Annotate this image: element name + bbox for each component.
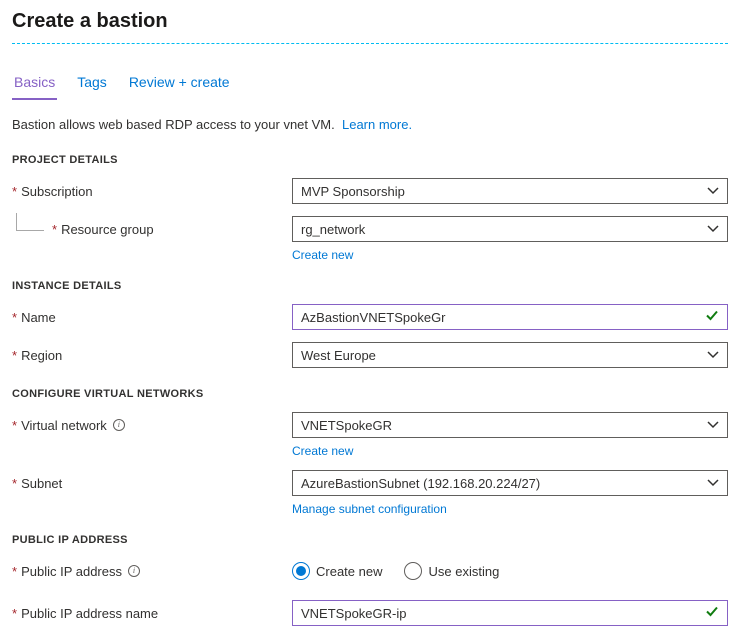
subscription-select[interactable]: MVP Sponsorship [292,178,728,204]
required-icon: * [12,418,17,433]
resource-group-label-text: Resource group [61,222,154,237]
resource-group-select[interactable]: rg_network [292,216,728,242]
radio-use-existing-label: Use existing [428,564,499,579]
vnet-value: VNETSpokeGR [301,418,392,433]
subscription-label-text: Subscription [21,184,93,199]
subnet-value: AzureBastionSubnet (192.168.20.224/27) [301,476,540,491]
public-ip-name-value: VNETSpokeGR-ip [301,606,406,621]
create-new-vnet-link[interactable]: Create new [292,444,728,458]
name-label: * Name [12,310,292,325]
checkmark-icon [705,309,719,326]
name-label-text: Name [21,310,56,325]
subscription-value: MVP Sponsorship [301,184,405,199]
section-instance-details: INSTANCE DETAILS [12,280,728,292]
info-icon[interactable]: i [113,419,125,431]
public-ip-label-text: Public IP address [21,564,122,579]
divider [12,43,728,44]
vnet-label: * Virtual network i [12,418,292,433]
subnet-select[interactable]: AzureBastionSubnet (192.168.20.224/27) [292,470,728,496]
public-ip-name-label-text: Public IP address name [21,606,158,621]
tab-tags[interactable]: Tags [75,68,109,100]
radio-dot-icon [292,562,310,580]
subnet-label: * Subnet [12,476,292,491]
manage-subnet-link[interactable]: Manage subnet configuration [292,502,728,516]
intro-text: Bastion allows web based RDP access to y… [12,117,728,132]
required-icon: * [12,606,17,621]
public-ip-label: * Public IP address i [12,564,292,579]
tab-bar: Basics Tags Review + create [12,68,728,101]
radio-create-new-label: Create new [316,564,382,579]
checkmark-icon [705,605,719,622]
vnet-select[interactable]: VNETSpokeGR [292,412,728,438]
chevron-down-icon [707,477,719,489]
required-icon: * [52,222,57,237]
public-ip-name-input[interactable]: VNETSpokeGR-ip [292,600,728,626]
resource-group-value: rg_network [301,222,365,237]
radio-create-new[interactable]: Create new [292,562,382,580]
vnet-label-text: Virtual network [21,418,107,433]
tab-review-create[interactable]: Review + create [127,68,232,100]
required-icon: * [12,564,17,579]
chevron-down-icon [707,349,719,361]
section-configure-vnet: CONFIGURE VIRTUAL NETWORKS [12,388,728,400]
subscription-label: * Subscription [12,184,292,199]
page-title: Create a bastion [12,10,728,33]
tab-basics[interactable]: Basics [12,68,57,100]
section-project-details: PROJECT DETAILS [12,154,728,166]
tree-connector-icon [16,213,44,231]
intro-body: Bastion allows web based RDP access to y… [12,117,335,132]
required-icon: * [12,348,17,363]
section-public-ip: PUBLIC IP ADDRESS [12,534,728,546]
chevron-down-icon [707,419,719,431]
chevron-down-icon [707,185,719,197]
info-icon[interactable]: i [128,565,140,577]
region-value: West Europe [301,348,376,363]
resource-group-label: * Resource group [12,222,292,237]
name-value: AzBastionVNETSpokeGr [301,310,446,325]
required-icon: * [12,310,17,325]
chevron-down-icon [707,223,719,235]
create-new-rg-link[interactable]: Create new [292,248,728,262]
region-label-text: Region [21,348,62,363]
name-input[interactable]: AzBastionVNETSpokeGr [292,304,728,330]
required-icon: * [12,184,17,199]
subnet-label-text: Subnet [21,476,62,491]
radio-use-existing[interactable]: Use existing [404,562,499,580]
required-icon: * [12,476,17,491]
radio-dot-icon [404,562,422,580]
public-ip-name-label: * Public IP address name [12,606,292,621]
region-label: * Region [12,348,292,363]
region-select[interactable]: West Europe [292,342,728,368]
public-ip-radio-group: Create new Use existing [292,562,728,580]
learn-more-link[interactable]: Learn more. [342,117,412,132]
